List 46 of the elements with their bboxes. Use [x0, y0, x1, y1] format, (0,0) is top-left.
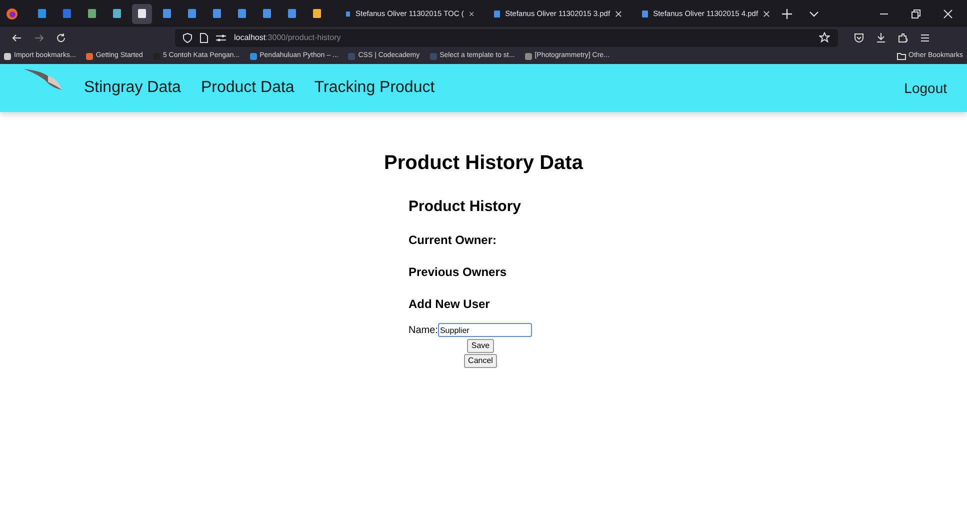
name-label: Name:: [408, 324, 438, 338]
add-user-title: Add New User: [408, 296, 491, 312]
address-bar[interactable]: localhost:3000/product-history: [175, 28, 838, 46]
menu-icon[interactable]: [920, 32, 930, 42]
firefox-icon[interactable]: [6, 8, 18, 20]
close-icon[interactable]: [763, 10, 770, 18]
permissions-icon[interactable]: [216, 34, 226, 42]
page-icon[interactable]: [200, 32, 208, 42]
chevron-down-icon[interactable]: [809, 10, 819, 16]
nav-link[interactable]: Stingray Data: [84, 76, 181, 100]
star-icon[interactable]: [819, 32, 830, 43]
nav-link[interactable]: Product Data: [200, 76, 294, 100]
document-icon: [346, 10, 350, 18]
cancel-button[interactable]: Cancel: [464, 354, 497, 368]
url-text: localhost:3000/product-history: [234, 32, 341, 44]
extensions-icon[interactable]: [898, 32, 908, 42]
bookmark-icon: [250, 52, 257, 60]
back-icon[interactable]: [12, 32, 22, 42]
reload-icon[interactable]: [56, 32, 66, 42]
close-icon[interactable]: [943, 8, 953, 18]
nav-link[interactable]: Tracking Product: [314, 76, 435, 100]
save-button[interactable]: Save: [467, 338, 494, 352]
stingray-logo[interactable]: [22, 66, 64, 92]
bookmark-icon: [524, 52, 532, 60]
pocket-icon[interactable]: [854, 32, 864, 42]
previous-owners-label: Previous Owners: [408, 264, 508, 280]
page-title: Product History Data: [384, 151, 583, 176]
close-icon[interactable]: [615, 10, 622, 18]
current-owner-label: Current Owner:: [408, 232, 498, 248]
document-icon: [642, 10, 648, 18]
restore-icon[interactable]: [911, 8, 921, 18]
logout-link[interactable]: Logout: [904, 78, 947, 98]
section-title: Product History: [408, 197, 522, 217]
shield-icon[interactable]: [183, 32, 192, 42]
close-icon[interactable]: [468, 10, 474, 18]
bookmark-icon: [86, 52, 93, 60]
bookmark-icon: [4, 52, 11, 60]
pinned-tab[interactable]: [132, 4, 152, 24]
bookmark-icon: [348, 52, 356, 60]
download-icon[interactable]: [876, 32, 886, 42]
name-input[interactable]: Supplier: [438, 323, 532, 337]
new-tab-icon[interactable]: [782, 8, 792, 18]
document-icon: [494, 10, 500, 18]
forward-icon[interactable]: [34, 32, 44, 42]
bookmark-icon: [430, 52, 437, 60]
folder-icon[interactable]: [896, 52, 906, 60]
